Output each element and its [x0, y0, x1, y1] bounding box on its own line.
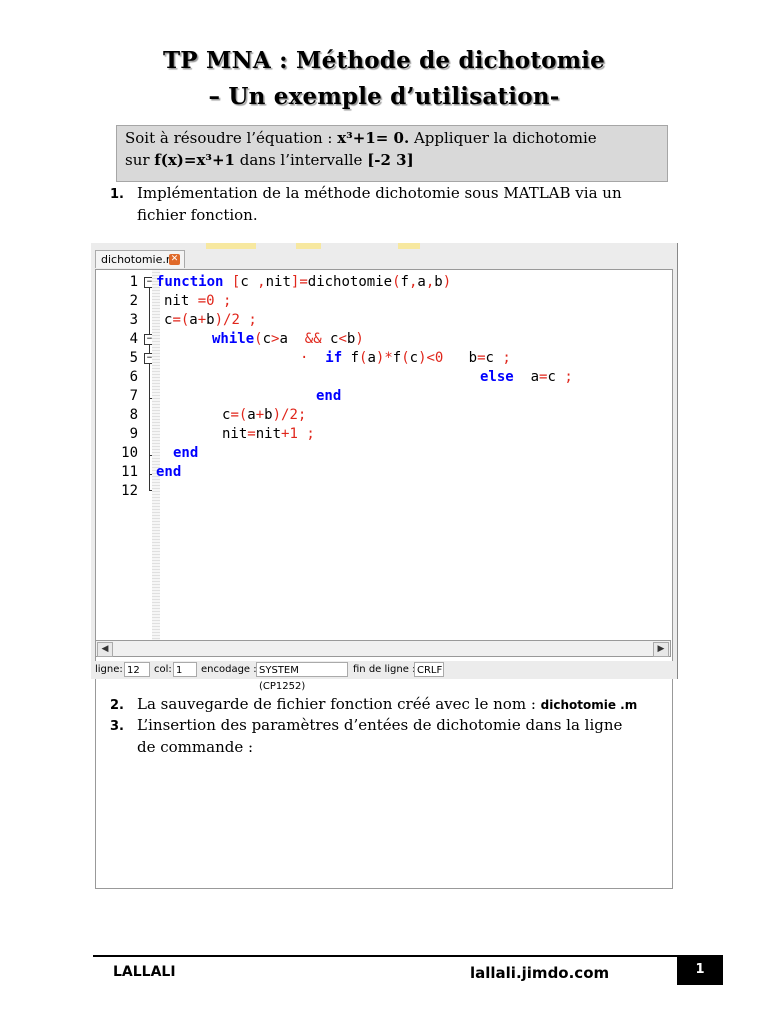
code-line: nit =0 ; [164, 293, 232, 309]
status-encoding-label: encodage : [201, 664, 257, 675]
page-number: 1 [677, 955, 723, 985]
task-text: dans l’intervalle [234, 151, 368, 169]
item-text-main: La sauvegarde de fichier fonction créé a… [137, 695, 541, 713]
page-subtitle: – Un exemple d’utilisation- [208, 83, 560, 110]
line-number: 5 [129, 350, 138, 366]
code-line: else a=c ; [480, 369, 573, 385]
line-number: 1 [129, 274, 138, 290]
task-text: sur [125, 151, 155, 169]
footer-rule [93, 955, 723, 957]
line-number: 10 [121, 445, 138, 461]
task-box: Soit à résoudre l’équation : x³+1= 0. Ap… [116, 125, 668, 182]
code-line: end [173, 445, 199, 461]
task-function: f(x)=x³+1 [154, 151, 235, 169]
scroll-right-icon[interactable]: ▶ [653, 642, 669, 657]
status-line-value: 12 [124, 662, 150, 677]
code-line: while(c>a && c<b) [212, 331, 364, 347]
horizontal-scrollbar[interactable]: ◀ ▶ [95, 640, 671, 657]
toolbar-edge [206, 243, 256, 249]
task-text: Appliquer la dichotomie [409, 129, 597, 147]
item-number: 3. [110, 719, 124, 734]
toolbar-edge [296, 243, 321, 249]
fold-line [149, 287, 150, 490]
line-number: 8 [129, 407, 138, 423]
line-number: 6 [129, 369, 138, 385]
line-number: 2 [129, 293, 138, 309]
status-bar: ligne: 12 col: 1 encodage : SYSTEM (CP12… [91, 661, 677, 692]
status-eol-value: CRLF [414, 662, 444, 677]
line-number: 7 [129, 388, 138, 404]
page-title: TP MNA : Méthode de dichotomie [162, 47, 606, 74]
matlab-editor: dichotomie.m ✕ 1 2 3 4 5 6 7 8 9 10 11 1… [91, 243, 678, 889]
line-number: 12 [121, 483, 138, 499]
task-text: Soit à résoudre l’équation : [125, 129, 338, 147]
item-number: 1. [110, 187, 124, 202]
footer-author: LALLALI [113, 964, 176, 980]
line-number: 3 [129, 312, 138, 328]
editor-tab[interactable]: dichotomie.m ✕ [95, 250, 185, 268]
status-encoding-value: SYSTEM (CP1252) [256, 662, 348, 692]
status-col-label: col: [154, 664, 172, 675]
status-col-value: 1 [173, 662, 197, 677]
line-number: 9 [129, 426, 138, 442]
fold-strip [152, 270, 160, 645]
code-line: c=(a+b)/2 ; [164, 312, 257, 328]
line-number: 11 [121, 464, 138, 480]
file-name: dichotomie .m [540, 698, 638, 712]
status-line-label: ligne: [95, 664, 123, 675]
code-line: end [156, 464, 182, 480]
item-text: Implémentation de la méthode dichotomie … [137, 184, 622, 224]
code-line: c=(a+b)/2; [222, 407, 307, 423]
code-line: · if f(a)*f(c)<0 b=c ; [300, 350, 511, 366]
line-number-gutter: 1 2 3 4 5 6 7 8 9 10 11 12 − − − [96, 270, 155, 645]
toolbar-edge [398, 243, 420, 249]
code-line: function [c ,nit]=dichotomie(f,a,b) [156, 274, 452, 290]
line-number: 4 [129, 331, 138, 347]
list-item: 3. L’insertion des paramètres d’entées d… [110, 714, 622, 756]
code-line: nit=nit+1 ; [222, 426, 315, 442]
status-eol-label: fin de ligne : [353, 664, 416, 675]
task-interval: [-2 3] [367, 151, 414, 169]
footer-site: lallali.jimdo.com [470, 964, 610, 982]
item-text: La sauvegarde de fichier fonction créé a… [137, 693, 667, 716]
code-line: end [316, 388, 342, 404]
list-item: 1. Implémentation de la méthode dichotom… [110, 182, 622, 224]
scroll-left-icon[interactable]: ◀ [97, 642, 113, 657]
editor-tab-label: dichotomie.m [101, 253, 177, 266]
task-equation: x³+1= 0. [337, 129, 410, 147]
code-area[interactable]: 1 2 3 4 5 6 7 8 9 10 11 12 − − − functio… [95, 269, 673, 889]
item-text: L’insertion des paramètres d’entées de d… [137, 716, 623, 756]
close-icon[interactable]: ✕ [169, 254, 180, 265]
